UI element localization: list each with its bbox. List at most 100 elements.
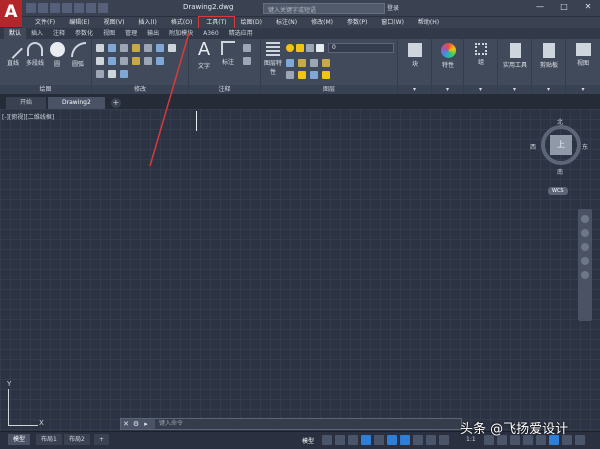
scale-icon[interactable] bbox=[108, 57, 116, 65]
layer-tool-3-icon[interactable] bbox=[310, 59, 318, 67]
command-history-icon[interactable]: ▸ bbox=[141, 420, 151, 428]
save-as-icon[interactable] bbox=[62, 3, 72, 13]
polar-icon[interactable] bbox=[361, 435, 371, 445]
utilities-panel-expand[interactable]: ▾ bbox=[498, 85, 531, 94]
tab-annotate[interactable]: 注释 bbox=[48, 28, 70, 39]
redo-icon[interactable] bbox=[98, 3, 108, 13]
block-panel[interactable]: 块 ▾ bbox=[398, 39, 432, 94]
color-swatch-icon[interactable] bbox=[316, 44, 324, 52]
block-tool[interactable]: 块 bbox=[403, 43, 427, 68]
utilities-panel[interactable]: 实用工具 ▾ bbox=[498, 39, 532, 94]
menu-view[interactable]: 视图(V) bbox=[97, 17, 132, 28]
search-input[interactable]: 键入关键字或短语 bbox=[263, 3, 385, 14]
menu-dimension[interactable]: 标注(N) bbox=[269, 17, 304, 28]
annotation-visibility-icon[interactable] bbox=[439, 435, 449, 445]
command-input[interactable]: 键入命令 bbox=[155, 419, 461, 429]
sun-icon[interactable] bbox=[296, 44, 304, 52]
hatch-icon[interactable] bbox=[96, 70, 104, 78]
undo-icon[interactable] bbox=[86, 3, 96, 13]
tab-manage[interactable]: 管理 bbox=[120, 28, 142, 39]
wcs-menu[interactable]: WCS bbox=[548, 187, 568, 195]
table-icon[interactable] bbox=[243, 57, 251, 65]
properties-tool[interactable]: 特性 bbox=[436, 43, 460, 69]
new-icon[interactable] bbox=[26, 3, 36, 13]
layer-tool-4-icon[interactable] bbox=[322, 59, 330, 67]
showmotion-icon[interactable] bbox=[581, 271, 589, 279]
steering-wheel-icon[interactable] bbox=[581, 215, 589, 223]
layer-properties-tool[interactable]: 图层特性 bbox=[263, 42, 283, 76]
properties-panel[interactable]: 特性 ▾ bbox=[432, 39, 464, 94]
layer-dropdown[interactable]: 0 bbox=[328, 43, 394, 53]
array-icon[interactable] bbox=[120, 57, 128, 65]
viewport-controls[interactable]: [-][俯视][二维线框] bbox=[2, 112, 54, 121]
compass-south[interactable]: 南 bbox=[557, 167, 563, 176]
orbit-icon[interactable] bbox=[581, 257, 589, 265]
annotation-scale[interactable]: 1:1 bbox=[466, 436, 476, 443]
command-settings-icon[interactable]: ⚙ bbox=[131, 420, 141, 428]
tab-addins[interactable]: 附加模块 bbox=[164, 28, 198, 39]
menu-parametric[interactable]: 参数(P) bbox=[340, 17, 374, 28]
layers-panel-label[interactable]: 图层 bbox=[261, 85, 397, 94]
tab-layout2[interactable]: 布局2 bbox=[64, 434, 90, 445]
menu-edit[interactable]: 编辑(E) bbox=[62, 17, 96, 28]
fillet-icon[interactable] bbox=[168, 44, 176, 52]
layer-tool-8-icon[interactable] bbox=[322, 71, 330, 79]
block-panel-expand[interactable]: ▾ bbox=[398, 85, 431, 94]
application-menu-button[interactable]: A bbox=[0, 0, 22, 27]
leader-icon[interactable] bbox=[243, 44, 251, 52]
draw-panel-label[interactable]: 绘图 bbox=[0, 85, 91, 94]
new-tab-button[interactable]: + bbox=[110, 98, 121, 108]
tab-layout1[interactable]: 布局1 bbox=[36, 434, 62, 445]
annotation-panel-label[interactable]: 注释 bbox=[189, 85, 260, 94]
layer-tool-2-icon[interactable] bbox=[298, 59, 306, 67]
view-panel-expand[interactable]: ▾ bbox=[566, 85, 600, 94]
tab-output[interactable]: 输出 bbox=[142, 28, 164, 39]
menu-insert[interactable]: 插入(I) bbox=[131, 17, 163, 28]
tab-view[interactable]: 视图 bbox=[98, 28, 120, 39]
pan-icon[interactable] bbox=[581, 229, 589, 237]
utilities-tool[interactable]: 实用工具 bbox=[499, 43, 531, 69]
tab-insert[interactable]: 插入 bbox=[26, 28, 48, 39]
command-close-icon[interactable]: ✕ bbox=[121, 420, 131, 428]
maximize-button[interactable]: □ bbox=[552, 0, 576, 15]
line-tool[interactable]: 直线 bbox=[3, 39, 23, 67]
trim-icon[interactable] bbox=[120, 44, 128, 52]
tab-model[interactable]: 模型 bbox=[8, 434, 31, 445]
layer-tool-7-icon[interactable] bbox=[310, 71, 318, 79]
view-tool[interactable]: 视图 bbox=[571, 43, 595, 67]
join-icon[interactable] bbox=[120, 70, 128, 78]
transparency-icon[interactable] bbox=[426, 435, 436, 445]
viewcube-top-face[interactable]: 上 bbox=[550, 135, 572, 155]
stretch-icon[interactable] bbox=[96, 57, 104, 65]
drawing-canvas[interactable]: [-][俯视][二维线框] 上 北 南 东 西 WCS Y X bbox=[0, 109, 600, 431]
zoom-icon[interactable] bbox=[581, 243, 589, 251]
group-panel-expand[interactable]: ▾ bbox=[464, 85, 497, 94]
tab-start[interactable]: 开始 bbox=[6, 97, 47, 109]
viewcube[interactable]: 上 北 南 东 西 WCS bbox=[530, 119, 592, 195]
object-snap-icon[interactable] bbox=[400, 435, 410, 445]
modify-panel-label[interactable]: 修改 bbox=[92, 85, 188, 94]
arc-tool[interactable]: 圆弧 bbox=[68, 42, 88, 68]
open-icon[interactable] bbox=[38, 3, 48, 13]
mirror-icon[interactable] bbox=[156, 44, 164, 52]
clipboard-tool[interactable]: 剪贴板 bbox=[535, 43, 563, 69]
compass-east[interactable]: 东 bbox=[582, 142, 588, 151]
tab-a360[interactable]: A360 bbox=[198, 28, 224, 39]
login-link[interactable]: 登录 bbox=[387, 3, 399, 12]
model-space-button[interactable]: 模型 bbox=[302, 436, 314, 445]
tab-home[interactable]: 默认 bbox=[4, 28, 27, 39]
menu-draw[interactable]: 绘图(D) bbox=[234, 17, 269, 28]
grid-icon[interactable] bbox=[322, 435, 332, 445]
customization-icon[interactable] bbox=[575, 435, 585, 445]
polyline-tool[interactable]: 多段线 bbox=[24, 42, 46, 67]
dimension-tool[interactable]: 标注 bbox=[217, 41, 239, 66]
explode-icon[interactable] bbox=[132, 57, 140, 65]
lightbulb-icon[interactable] bbox=[286, 44, 294, 52]
tab-parametric[interactable]: 参数化 bbox=[70, 28, 98, 39]
erase-icon[interactable] bbox=[132, 44, 140, 52]
view-panel[interactable]: 视图 ▾ bbox=[566, 39, 600, 94]
add-layout-button[interactable]: + bbox=[94, 434, 110, 445]
menu-tools[interactable]: 工具(T) bbox=[198, 16, 235, 29]
circle-tool[interactable]: 圆 bbox=[48, 42, 66, 68]
break-icon[interactable] bbox=[108, 70, 116, 78]
